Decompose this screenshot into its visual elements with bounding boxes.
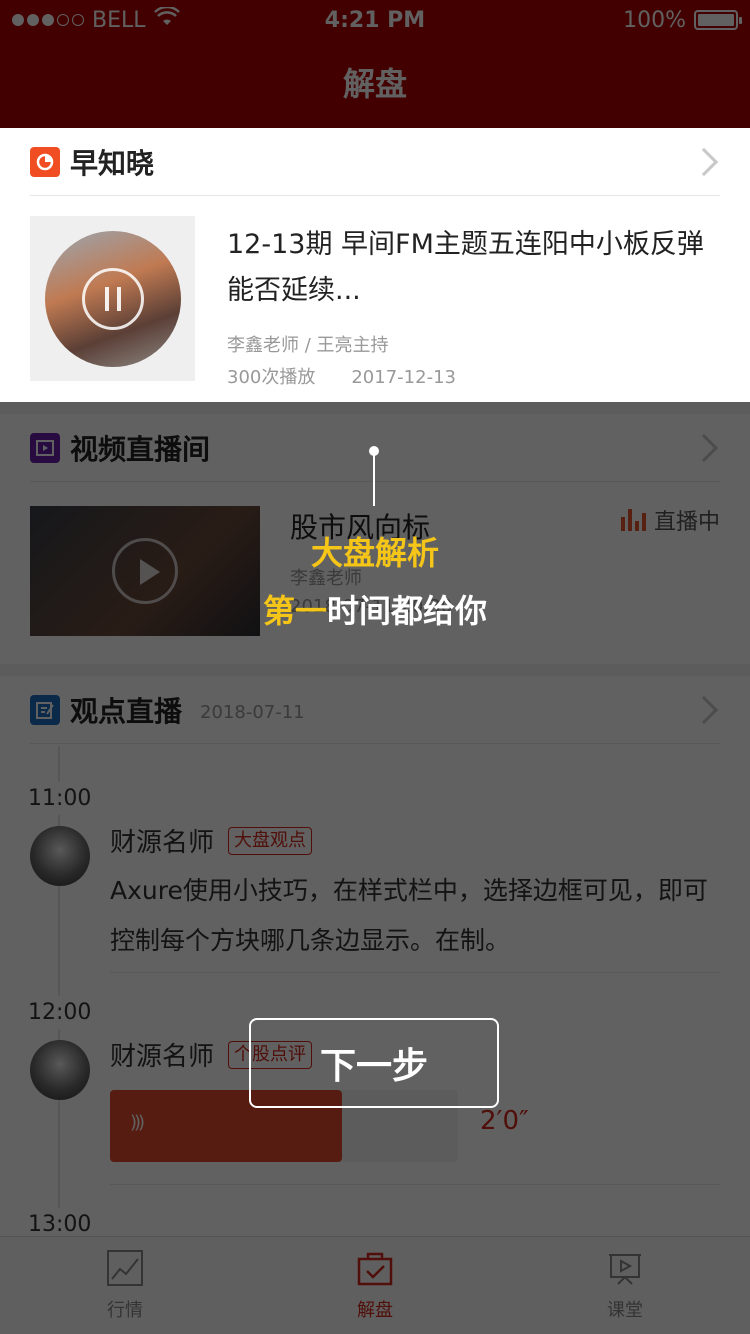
fm-section-title: 早知晓 [70,146,155,180]
chevron-right-icon[interactable] [689,695,719,724]
avatar[interactable] [30,1040,90,1100]
status-bar: BELL 4:21 PM 100% [0,0,750,40]
briefcase-check-icon [356,1249,394,1292]
fm-plays: 300次播放 [227,367,316,388]
carrier-label: BELL [92,7,146,33]
guide-pointer-line [373,452,375,506]
next-step-button[interactable]: 下一步 [249,1018,499,1108]
guide-headline: 大盘解析 [310,534,439,572]
viewpoint-section-header[interactable]: 观点直播 2018-07-11 [30,676,720,744]
guide-subline-highlight: 第一 [262,592,327,630]
tab-analysis[interactable]: 解盘 [250,1237,500,1334]
post-tag: 大盘观点 [228,826,313,855]
chart-icon [106,1249,144,1292]
battery-icon [694,10,742,30]
edit-note-icon [30,694,60,725]
fm-card-spotlight[interactable]: 早知晓 12-13期 早间FM主题五连阳中小板反弹能否延续... 李鑫老师 / … [0,128,750,402]
top-bar: BELL 4:21 PM 100% 解盘 [0,0,750,128]
viewpoint-section-title: 观点直播 [70,694,183,728]
pause-icon[interactable] [81,267,144,330]
presentation-icon [606,1249,644,1292]
fm-cover[interactable] [30,216,195,381]
timeline-line [58,746,60,1236]
fm-section-header[interactable]: 早知晓 [30,128,720,196]
pie-chart-icon [30,146,60,177]
fm-date: 2017-12-13 [351,367,456,388]
battery-percent: 100% [623,7,686,33]
avatar[interactable] [30,826,90,886]
guide-subline-rest: 时间都给你 [327,592,488,630]
tab-market[interactable]: 行情 [0,1237,250,1334]
viewpoint-date: 2018-07-11 [200,702,305,723]
post-time: 12:00 [28,996,92,1029]
post-text: Axure使用小技巧，在样式栏中，选择边框可见，即可控制每个方块哪几条边显示。在… [110,876,708,955]
guide-subline: 第一时间都给你 [0,586,750,632]
chevron-right-icon[interactable] [689,147,719,176]
page-title: 解盘 [342,65,407,103]
divider [110,972,720,973]
status-time: 4:21 PM [324,7,426,33]
tab-bar: 行情 解盘 课堂 [0,1236,750,1334]
signal-icon [12,14,84,26]
tab-label: 行情 [107,1300,143,1321]
wifi-icon [153,5,180,33]
video-section-title: 视频直播间 [70,432,211,466]
post-time: 11:00 [28,782,92,815]
post-author: 财源名师 [110,828,215,858]
chevron-right-icon[interactable] [689,433,719,462]
divider [110,1184,720,1185]
tab-label: 课堂 [607,1300,643,1321]
video-icon [30,432,60,463]
audio-length: 2′0″ [480,1106,529,1136]
viewpoint-card: 观点直播 2018-07-11 11:00 财源名师 大盘观点 Axure使用小… [0,676,750,1241]
tab-label: 解盘 [357,1300,393,1321]
fm-hosts: 李鑫老师 / 王亮主持 [227,335,389,356]
fm-title[interactable]: 12-13期 早间FM主题五连阳中小板反弹能否延续... [227,222,720,314]
tab-classroom[interactable]: 课堂 [500,1237,750,1334]
post-author: 财源名师 [110,1042,215,1072]
